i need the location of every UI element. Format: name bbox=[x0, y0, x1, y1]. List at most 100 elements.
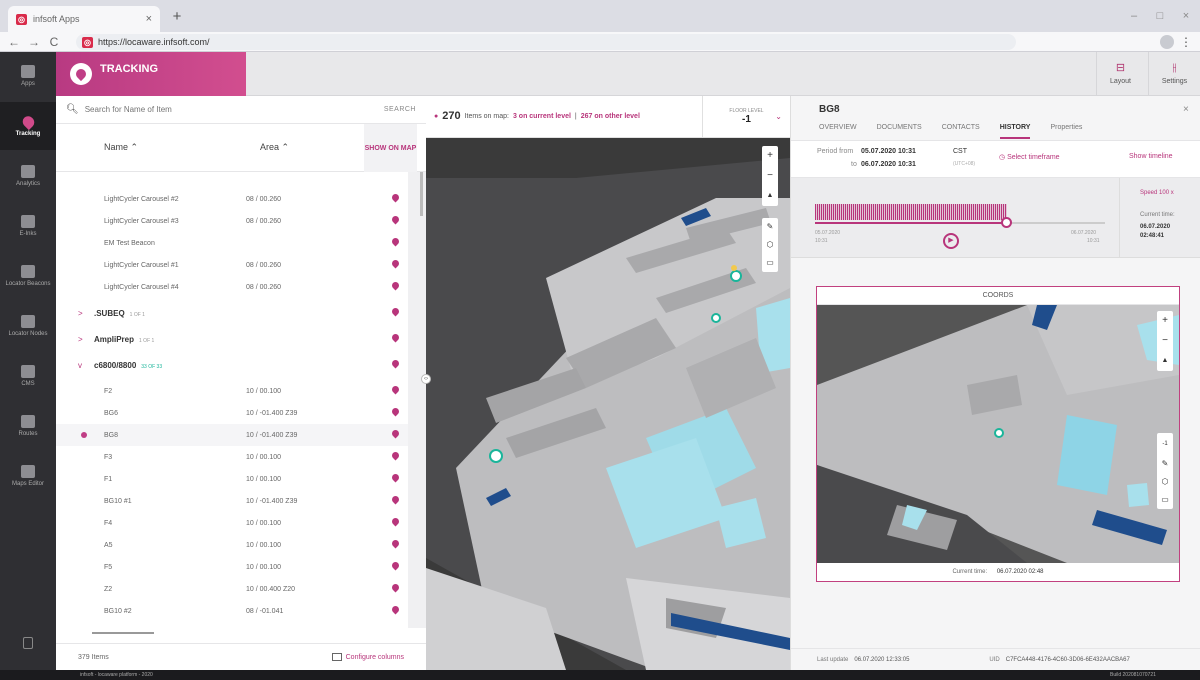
coords-map[interactable]: + − ▲ -1 ✎ ⬡ ▭ bbox=[817, 305, 1179, 563]
show-on-map-pin-icon[interactable] bbox=[390, 582, 401, 593]
reload-button[interactable]: C bbox=[46, 34, 62, 50]
compass-icon[interactable]: ▲ bbox=[1162, 351, 1169, 371]
show-on-map-pin-icon[interactable] bbox=[390, 472, 401, 483]
logout-button[interactable] bbox=[0, 628, 56, 658]
tab-contacts[interactable]: CONTACTS bbox=[942, 124, 980, 139]
tab-properties[interactable]: Properties bbox=[1050, 124, 1082, 139]
area-column-header[interactable]: Area ⌃ bbox=[260, 142, 289, 153]
show-on-map-pin-icon[interactable] bbox=[390, 516, 401, 527]
show-timeline-button[interactable]: Show timeline bbox=[1129, 153, 1173, 160]
cube-3d-icon[interactable]: ⬡ bbox=[767, 236, 774, 254]
group-row-c6800[interactable]: v c6800/8800 33 OF 33 bbox=[56, 354, 408, 376]
window-close-button[interactable]: × bbox=[1176, 8, 1196, 24]
list-item[interactable]: LightCycler Carousel #4 08 / 00.260 bbox=[56, 276, 408, 298]
current-level-count[interactable]: 3 on current level bbox=[513, 113, 571, 120]
other-level-count[interactable]: 267 on other level bbox=[581, 113, 640, 120]
rail-item-analytics[interactable]: Analytics bbox=[0, 152, 56, 200]
rail-item-apps[interactable]: Apps bbox=[0, 52, 56, 100]
list-item[interactable]: F1 10 / 00.100 bbox=[56, 468, 408, 490]
list-item[interactable]: BG10 #2 08 / -01.041 bbox=[56, 600, 408, 622]
compass-icon[interactable]: ▲ bbox=[767, 186, 774, 206]
horizontal-scrollbar[interactable] bbox=[92, 632, 154, 634]
tracked-item-marker[interactable] bbox=[489, 449, 503, 463]
map-panel[interactable]: ● 270 Items on map: 3 on current level |… bbox=[426, 96, 790, 670]
camera-icon[interactable]: ▭ bbox=[1161, 491, 1169, 509]
zoom-out-button[interactable]: − bbox=[1162, 331, 1168, 351]
panel-resize-handle[interactable]: ‹› bbox=[421, 374, 431, 384]
name-column-header[interactable]: Name ⌃ bbox=[104, 142, 138, 153]
configure-columns-button[interactable]: Configure columns bbox=[331, 653, 404, 661]
cube-3d-icon[interactable]: ⬡ bbox=[1162, 473, 1169, 491]
timeline-handle[interactable] bbox=[1001, 217, 1012, 228]
list-item[interactable]: BG6 10 / -01.400 Z39 bbox=[56, 402, 408, 424]
back-button[interactable]: ← bbox=[6, 34, 22, 50]
rail-item-maps-editor[interactable]: Maps Editor bbox=[0, 452, 56, 500]
tracked-item-marker[interactable] bbox=[730, 270, 742, 282]
list-item[interactable]: F2 10 / 00.100 bbox=[56, 380, 408, 402]
zoom-out-button[interactable]: − bbox=[767, 166, 773, 186]
search-input[interactable] bbox=[84, 105, 378, 114]
play-button[interactable]: ▶ bbox=[943, 233, 959, 249]
tracked-item-marker[interactable] bbox=[994, 428, 1004, 438]
rail-item-locator-beacons[interactable]: Locator Beacons bbox=[0, 252, 56, 300]
search-button[interactable]: SEARCH bbox=[384, 106, 416, 113]
new-tab-button[interactable]: + bbox=[168, 8, 186, 26]
rail-item-tracking[interactable]: Tracking bbox=[0, 102, 56, 150]
show-on-map-pin-icon[interactable] bbox=[390, 538, 401, 549]
rail-item-einks[interactable]: E-Inks bbox=[0, 202, 56, 250]
show-on-map-header[interactable]: SHOW ON MAP bbox=[364, 124, 417, 172]
list-item-selected[interactable]: BG8 10 / -01.400 Z39 bbox=[56, 424, 408, 446]
show-on-map-pin-icon[interactable] bbox=[390, 280, 401, 291]
list-scrollbar-track[interactable] bbox=[408, 172, 426, 628]
show-on-map-pin-icon[interactable] bbox=[390, 560, 401, 571]
group-row-ampliprep[interactable]: > AmpliPrep 1 OF 1 bbox=[56, 328, 408, 350]
list-item[interactable]: F3 10 / 00.100 bbox=[56, 446, 408, 468]
tab-documents[interactable]: DOCUMENTS bbox=[877, 124, 922, 139]
browser-menu-icon[interactable]: ⋮ bbox=[1180, 34, 1192, 50]
select-timeframe-button[interactable]: ◷ Select timeframe bbox=[999, 153, 1060, 161]
show-on-map-pin-icon[interactable] bbox=[390, 236, 401, 247]
list-item[interactable]: F4 10 / 00.100 bbox=[56, 512, 408, 534]
list-item[interactable]: LightCycler Carousel #3 08 / 00.260 bbox=[56, 210, 408, 232]
show-on-map-pin-icon[interactable] bbox=[390, 604, 401, 615]
browser-tab[interactable]: ◎ infsoft Apps × bbox=[8, 6, 160, 32]
show-on-map-pin-icon[interactable] bbox=[390, 428, 401, 439]
tab-overview[interactable]: OVERVIEW bbox=[819, 124, 857, 139]
show-on-map-pin-icon[interactable] bbox=[390, 258, 401, 269]
show-on-map-pin-icon[interactable] bbox=[390, 450, 401, 461]
show-on-map-pin-icon[interactable] bbox=[390, 306, 401, 317]
playback-speed-select[interactable]: Speed 100 x bbox=[1140, 190, 1174, 196]
tab-close-icon[interactable]: × bbox=[146, 13, 152, 25]
ruler-icon[interactable]: ✎ bbox=[767, 218, 774, 236]
settings-button[interactable]: ⫲ Settings bbox=[1148, 52, 1200, 96]
forward-button[interactable]: → bbox=[26, 34, 42, 50]
list-item[interactable]: A5 10 / 00.100 bbox=[56, 534, 408, 556]
floorplan-3d-map[interactable] bbox=[426, 138, 790, 670]
list-scrollbar-thumb[interactable] bbox=[420, 172, 423, 216]
show-on-map-pin-icon[interactable] bbox=[390, 406, 401, 417]
show-on-map-pin-icon[interactable] bbox=[390, 214, 401, 225]
group-row-subeq[interactable]: > .SUBEQ 1 OF 1 bbox=[56, 302, 408, 324]
layout-button[interactable]: ⊟ Layout bbox=[1096, 52, 1144, 96]
profile-icon[interactable] bbox=[1160, 35, 1174, 49]
minimize-button[interactable]: – bbox=[1124, 8, 1144, 24]
maximize-button[interactable]: □ bbox=[1150, 8, 1170, 24]
zoom-in-button[interactable]: + bbox=[767, 146, 773, 166]
list-item[interactable]: LightCycler Carousel #2 08 / 00.260 bbox=[56, 188, 408, 210]
camera-icon[interactable]: ▭ bbox=[766, 254, 774, 272]
floor-level-select[interactable]: FLOOR LEVEL -1 ⌄ bbox=[702, 96, 790, 138]
list-item[interactable]: EM Test Beacon bbox=[56, 232, 408, 254]
ruler-icon[interactable]: ✎ bbox=[1162, 455, 1169, 473]
zoom-in-button[interactable]: + bbox=[1162, 311, 1168, 331]
list-item[interactable]: Z2 10 / 00.400 Z20 bbox=[56, 578, 408, 600]
url-field[interactable]: ◎ https://locaware.infsoft.com/ bbox=[76, 34, 1016, 50]
list-item[interactable]: BG10 #1 10 / -01.400 Z39 bbox=[56, 490, 408, 512]
tab-history[interactable]: HISTORY bbox=[999, 124, 1031, 139]
tracked-item-marker[interactable] bbox=[711, 313, 721, 323]
show-on-map-pin-icon[interactable] bbox=[390, 192, 401, 203]
show-on-map-pin-icon[interactable] bbox=[390, 332, 401, 343]
show-on-map-pin-icon[interactable] bbox=[390, 494, 401, 505]
show-on-map-pin-icon[interactable] bbox=[390, 384, 401, 395]
rail-item-cms[interactable]: CMS bbox=[0, 352, 56, 400]
rail-item-locator-nodes[interactable]: Locator Nodes bbox=[0, 302, 56, 350]
